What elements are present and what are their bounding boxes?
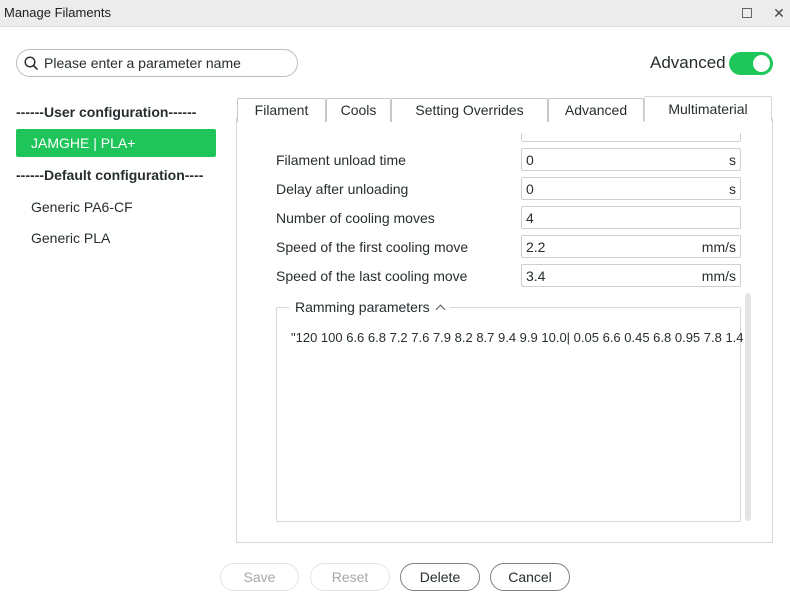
delay-after-unloading-input[interactable]: 0 s <box>521 177 741 200</box>
number-of-cooling-moves-label: Number of cooling moves <box>276 210 435 226</box>
delete-button[interactable]: Delete <box>400 563 480 591</box>
window-title: Manage Filaments <box>4 5 111 20</box>
ramming-parameters-value: "120 100 6.6 6.8 7.2 7.6 7.9 8.2 8.7 9.4… <box>291 330 744 345</box>
filament-unload-time-label: Filament unload time <box>276 152 406 168</box>
delay-after-unloading-label: Delay after unloading <box>276 181 409 197</box>
search-placeholder: Please enter a parameter name <box>44 55 241 71</box>
ramming-parameters-title: Ramming parameters <box>295 299 430 315</box>
filament-unload-time-value: 0 <box>526 152 534 168</box>
ramming-parameters-header[interactable]: Ramming parameters <box>289 299 450 315</box>
title-bar: Manage Filaments ✕ <box>0 0 790 27</box>
close-button[interactable]: ✕ <box>768 3 790 23</box>
maximize-button[interactable] <box>736 3 758 23</box>
save-button[interactable]: Save <box>220 563 299 591</box>
first-cooling-move-speed-value: 2.2 <box>526 239 546 255</box>
filament-unload-time-unit: s <box>729 152 736 168</box>
search-icon <box>24 56 38 70</box>
chevron-up-icon <box>435 304 446 315</box>
tab-setting-overrides[interactable]: Setting Overrides <box>391 98 548 122</box>
delay-after-unloading-value: 0 <box>526 181 534 197</box>
sidebar-item-generic-pa6-cf[interactable]: Generic PA6-CF <box>16 193 216 221</box>
toggle-knob <box>753 55 770 72</box>
last-cooling-move-speed-input[interactable]: 3.4 mm/s <box>521 264 741 287</box>
last-cooling-move-speed-unit: mm/s <box>701 268 736 284</box>
first-cooling-move-speed-label: Speed of the first cooling move <box>276 239 469 255</box>
number-of-cooling-moves-input[interactable]: 4 <box>521 206 741 229</box>
tab-multimaterial[interactable]: Multimaterial <box>644 96 772 121</box>
default-configuration-heading: ------Default configuration---- <box>16 167 204 183</box>
first-cooling-move-speed-unit: mm/s <box>701 239 736 255</box>
search-input[interactable]: Please enter a parameter name <box>16 49 298 77</box>
partial-field[interactable] <box>521 133 741 142</box>
advanced-toggle[interactable] <box>729 52 773 75</box>
first-cooling-move-speed-input[interactable]: 2.2 mm/s <box>521 235 741 258</box>
reset-button[interactable]: Reset <box>310 563 390 591</box>
scrollbar[interactable] <box>745 293 751 521</box>
tab-cools[interactable]: Cools <box>326 98 391 122</box>
sidebar-item-generic-pla[interactable]: Generic PLA <box>16 224 216 252</box>
last-cooling-move-speed-value: 3.4 <box>526 268 546 284</box>
delay-after-unloading-unit: s <box>729 181 736 197</box>
user-configuration-heading: ------User configuration------ <box>16 104 197 120</box>
close-icon: ✕ <box>773 4 785 21</box>
number-of-cooling-moves-value: 4 <box>526 210 534 226</box>
maximize-icon <box>742 8 752 18</box>
tab-advanced[interactable]: Advanced <box>548 98 644 122</box>
last-cooling-move-speed-label: Speed of the last cooling move <box>276 268 468 284</box>
cancel-button[interactable]: Cancel <box>490 563 570 591</box>
advanced-label: Advanced <box>650 53 726 72</box>
tab-filament[interactable]: Filament <box>237 98 326 122</box>
filament-unload-time-input[interactable]: 0 s <box>521 148 741 171</box>
sidebar-item-jamghe-pla-plus[interactable]: JAMGHE | PLA+ <box>16 129 216 157</box>
